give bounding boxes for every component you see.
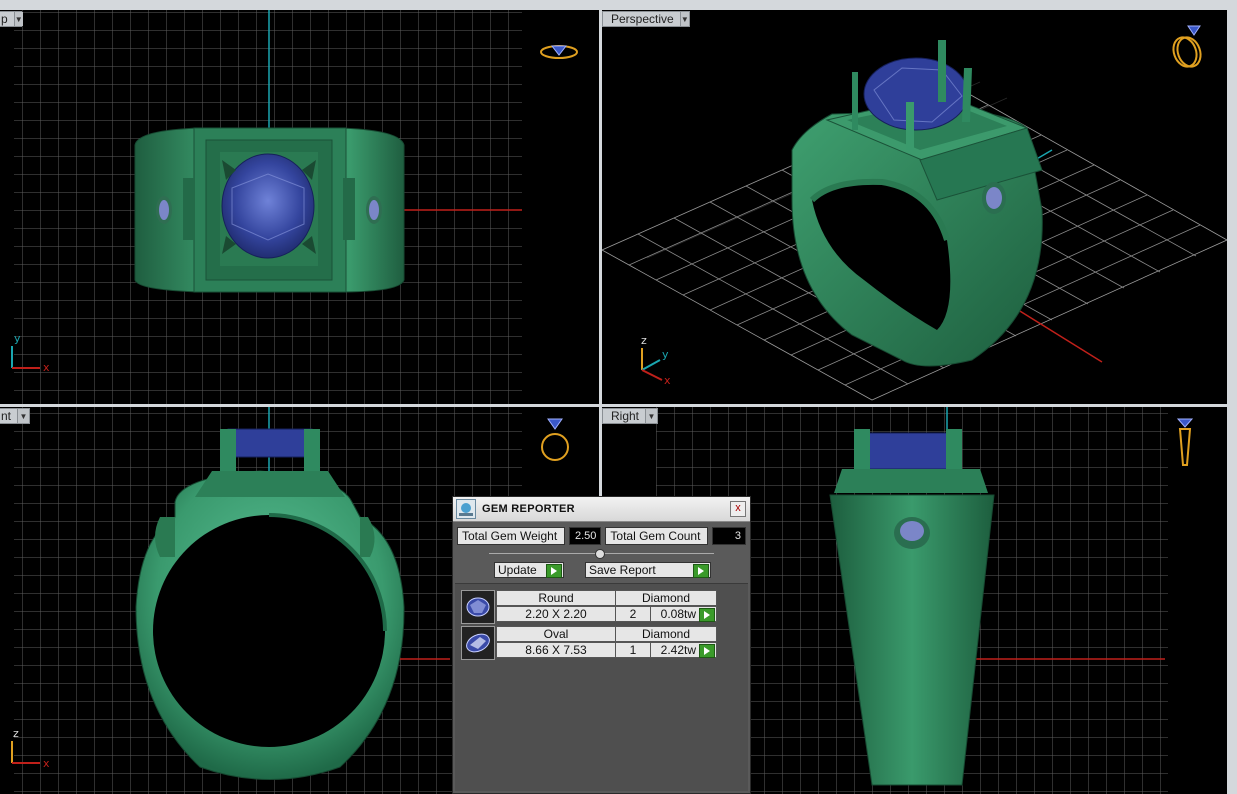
round-gem-thumbnail-icon	[461, 590, 495, 624]
axis-x-label: x	[43, 757, 50, 770]
axis-z-label: z	[13, 727, 19, 740]
gem-list-item[interactable]: Round Diamond 2.20 X 2.20 2 0.08tw	[461, 590, 721, 624]
gem-shape: Oval	[496, 626, 616, 642]
gem-count: 1	[615, 642, 651, 658]
total-gem-weight-value: 2.50	[568, 527, 602, 545]
axis-x-label: x	[664, 374, 671, 387]
gem-reporter-panel[interactable]: GEM REPORTER x Total Gem Weight 2.50 Tot…	[452, 496, 751, 794]
play-icon[interactable]	[699, 608, 715, 622]
gem-type: Diamond	[615, 590, 717, 606]
gem-weight-value: 2.42tw	[660, 643, 696, 657]
gem-size: 8.66 X 7.53	[496, 642, 616, 658]
gem-weight-value: 0.08tw	[660, 607, 696, 621]
play-icon[interactable]	[693, 564, 709, 578]
axis-y-label: y	[662, 348, 669, 361]
gem-reporter-titlebar[interactable]: GEM REPORTER x	[453, 497, 750, 522]
gem-count: 2	[615, 606, 651, 622]
axis-x-label: x	[43, 361, 50, 374]
ring-navcube-icon[interactable]	[1174, 417, 1196, 469]
ring-navcube-icon[interactable]	[1168, 24, 1206, 70]
gem-actions-row: Update Save Report	[453, 562, 750, 580]
total-gem-count-label: Total Gem Count	[605, 527, 708, 545]
ring-navcube-icon[interactable]	[538, 40, 580, 62]
perspective-scene: z y x	[602, 40, 1227, 401]
viewport-perspective[interactable]: z y x Perspective ▼	[602, 10, 1227, 404]
save-report-button[interactable]: Save Report	[585, 562, 711, 578]
ring-navcube-icon[interactable]	[540, 417, 570, 465]
viewport-perspective-label[interactable]: Perspective ▼	[602, 11, 690, 27]
viewport-front-label[interactable]: nt ▼	[0, 408, 30, 424]
viewport-perspective-label-text: Perspective	[611, 12, 674, 26]
chevron-down-icon[interactable]: ▼	[645, 409, 657, 423]
gem-shape: Round	[496, 590, 616, 606]
update-button-label: Update	[498, 563, 537, 577]
viewport-top-label-text: p	[1, 12, 8, 26]
gem-weight: 0.08tw	[650, 606, 717, 622]
total-gem-count-value: 3	[711, 527, 747, 545]
chevron-down-icon[interactable]: ▼	[13, 12, 23, 26]
gem-list: Round Diamond 2.20 X 2.20 2 0.08tw Oval …	[455, 583, 748, 791]
save-report-button-label: Save Report	[589, 563, 656, 577]
play-icon[interactable]	[546, 564, 562, 578]
gem-size: 2.20 X 2.20	[496, 606, 616, 622]
chevron-down-icon[interactable]: ▼	[17, 409, 29, 423]
close-icon[interactable]: x	[730, 501, 746, 517]
report-slider[interactable]	[489, 549, 714, 559]
gem-reporter-title: GEM REPORTER	[482, 503, 575, 515]
viewport-top-label[interactable]: p ▼	[0, 11, 23, 27]
top-view-scene: y x	[11, 10, 522, 404]
gem-stats-row: Total Gem Weight 2.50 Total Gem Count 3	[457, 527, 747, 545]
viewport-front-label-text: nt	[1, 409, 12, 423]
viewport-right-label-text: Right	[611, 409, 640, 423]
gem-list-item[interactable]: Oval Diamond 8.66 X 7.53 1 2.42tw	[461, 626, 721, 660]
viewport-top[interactable]: y x p ▼	[0, 10, 599, 404]
oval-gem-thumbnail-icon	[461, 626, 495, 660]
axis-z-label: z	[641, 334, 647, 347]
viewport-right-label[interactable]: Right ▼	[602, 408, 658, 424]
update-button[interactable]: Update	[494, 562, 564, 578]
play-icon[interactable]	[699, 644, 715, 658]
chevron-down-icon[interactable]: ▼	[679, 12, 689, 26]
total-gem-weight-label: Total Gem Weight	[457, 527, 565, 545]
gem-weight: 2.42tw	[650, 642, 717, 658]
slider-handle[interactable]	[595, 549, 605, 559]
axis-y-label: y	[14, 332, 21, 345]
gem-reporter-app-icon	[456, 499, 476, 519]
gem-type: Diamond	[615, 626, 717, 642]
